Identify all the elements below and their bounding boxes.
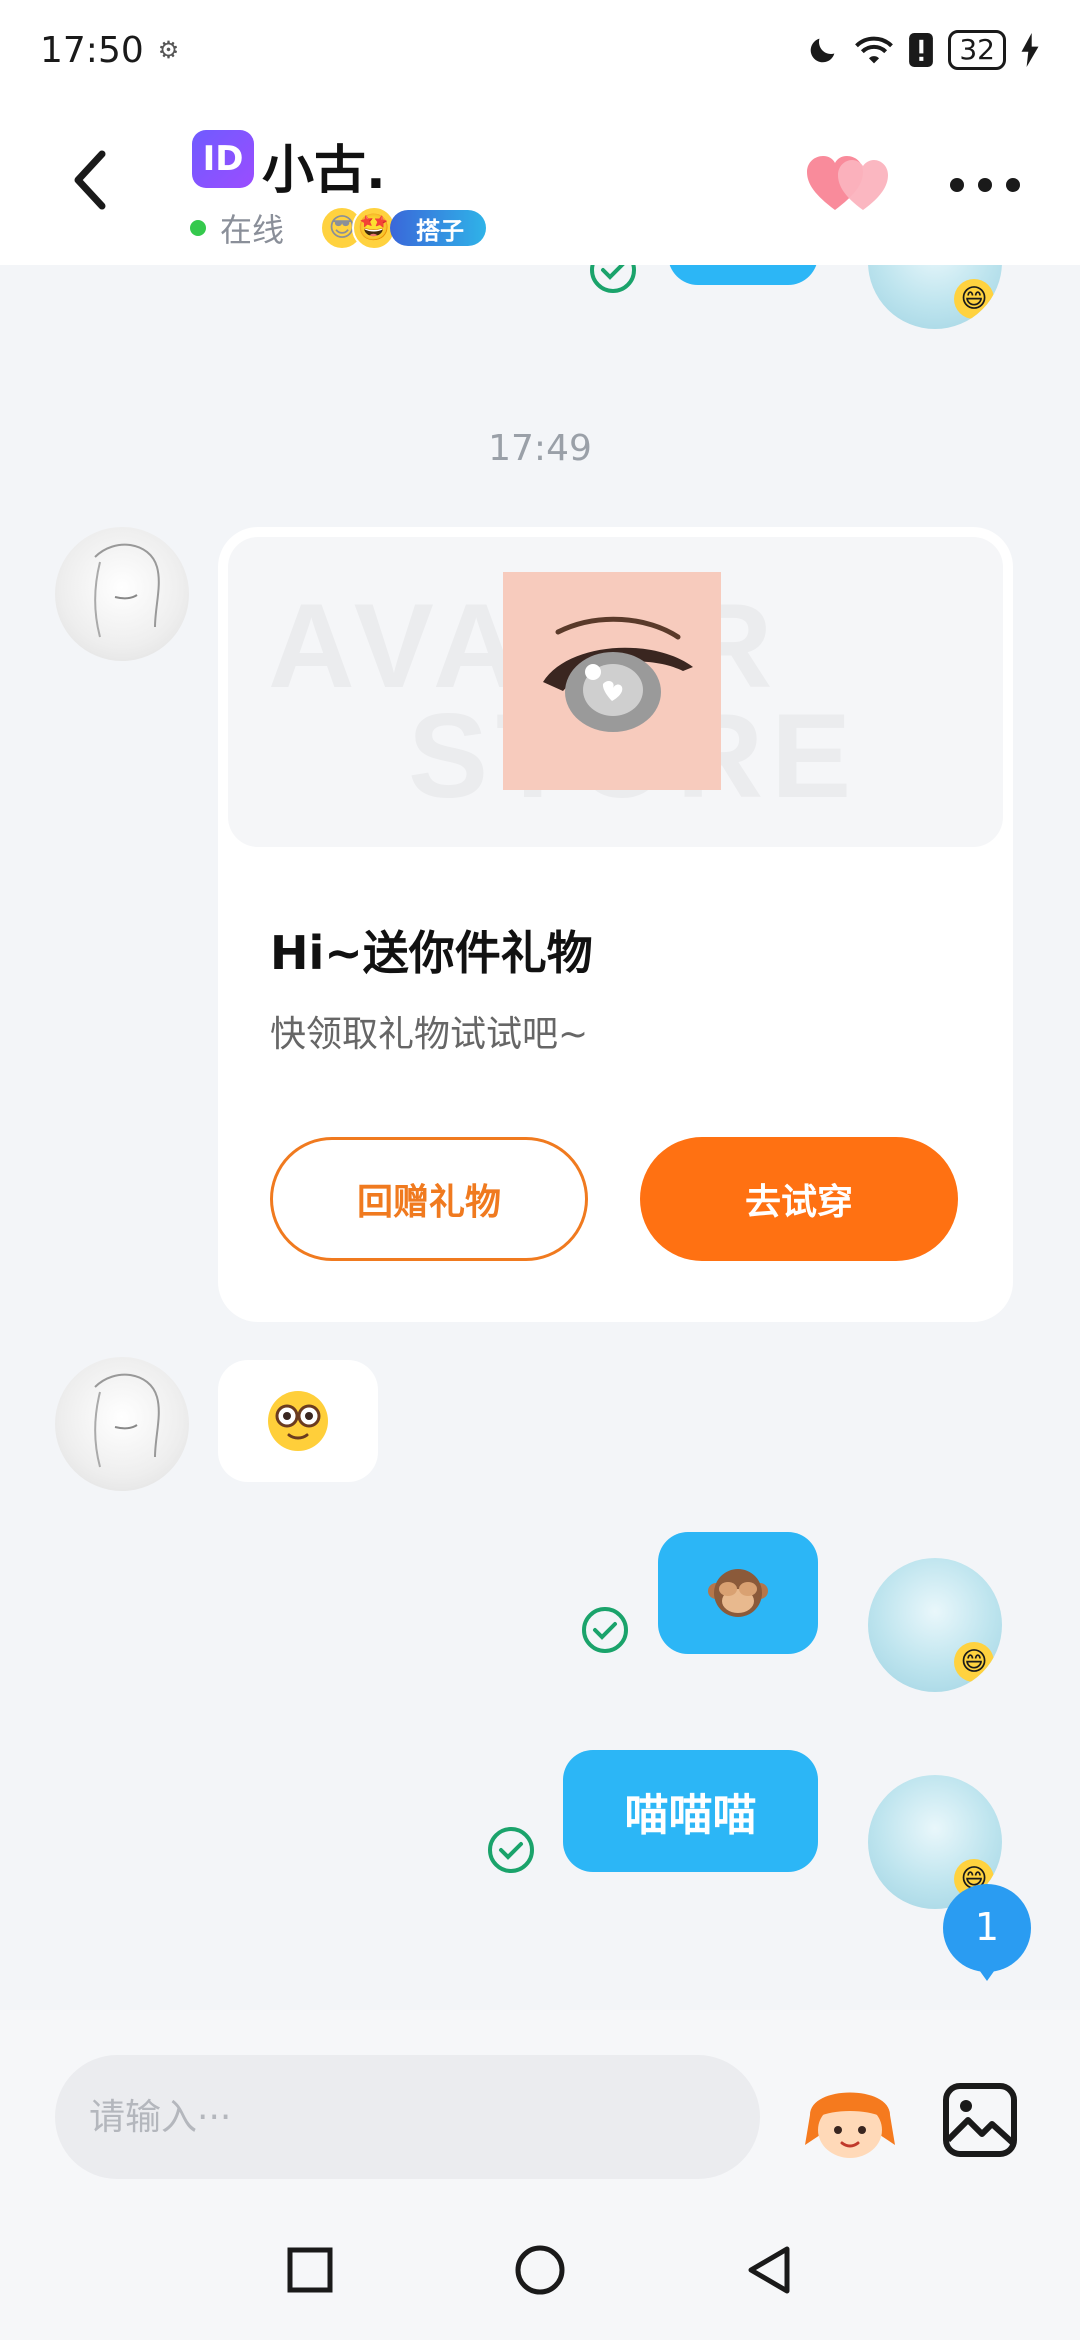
- double-heart-icon: [807, 156, 888, 210]
- mascot-face-icon: [805, 2092, 895, 2158]
- avatar-emoji-badge-icon: 😄: [954, 1642, 994, 1682]
- intimacy-button[interactable]: [805, 150, 895, 220]
- more-dot-icon: [978, 178, 992, 192]
- gift-card-subtitle: 快领取礼物试试吧~: [270, 1014, 589, 1055]
- recent-apps-square-icon[interactable]: [275, 2235, 345, 2305]
- chevron-left-icon: [74, 150, 106, 210]
- my-avatar[interactable]: 😄: [868, 265, 1002, 329]
- read-check-icon: [488, 1827, 534, 1873]
- contact-avatar[interactable]: [55, 1357, 189, 1491]
- online-status-text: 在线: [220, 211, 285, 249]
- gift-item-image[interactable]: [503, 572, 721, 790]
- sketch-girl-icon: [94, 1373, 160, 1468]
- my-avatar[interactable]: 😄: [868, 1558, 1002, 1692]
- wifi-icon: [855, 36, 894, 64]
- battery-indicator: 32: [948, 30, 1006, 70]
- back-button[interactable]: [60, 145, 120, 215]
- chat-message-list[interactable]: 😄 17:49 AVATAR STORE Hi~送你件礼物: [0, 265, 1080, 2010]
- message-input-bar: [0, 2010, 1080, 2200]
- message-input[interactable]: [55, 2055, 760, 2179]
- moon-icon: [811, 38, 835, 63]
- message-timestamp: 17:49: [488, 428, 592, 469]
- return-gift-button[interactable]: 回赠礼物: [270, 1137, 588, 1261]
- unread-messages-badge[interactable]: 1: [942, 1883, 1032, 1983]
- status-right: 32: [806, 30, 1040, 70]
- avatar-emoji-badge-icon: 😄: [954, 279, 994, 319]
- status-bar: 17:50 ⚙ 32: [0, 0, 1080, 100]
- id-badge: ID: [192, 130, 254, 188]
- more-dot-icon: [950, 178, 964, 192]
- partner-tag-label: 搭子: [390, 210, 487, 246]
- image-icon: [943, 2083, 1017, 2157]
- try-on-button[interactable]: 去试穿: [640, 1137, 958, 1261]
- read-check-icon: [590, 265, 636, 293]
- online-dot-icon: [190, 220, 206, 236]
- status-time: 17:50: [40, 29, 144, 71]
- gift-card[interactable]: AVATAR STORE Hi~送你件礼物 快领取礼物试试吧~ 回赠礼物 去试穿: [218, 527, 1013, 1322]
- read-check-icon: [582, 1607, 628, 1653]
- partner-tag[interactable]: 😎 🤩 搭子: [320, 206, 487, 250]
- gift-card-title: Hi~送你件礼物: [270, 926, 593, 980]
- nerd-face-emoji-icon: [268, 1391, 328, 1451]
- message-bubble-outgoing[interactable]: [658, 1532, 818, 1654]
- system-navigation-bar: [0, 2200, 1080, 2340]
- more-dot-icon: [1006, 178, 1020, 192]
- see-no-evil-monkey-emoji-icon: [708, 1569, 768, 1617]
- charging-icon: [1021, 33, 1039, 67]
- message-bubble-outgoing-text[interactable]: 喵喵喵: [563, 1750, 818, 1872]
- image-picker-button[interactable]: [940, 2080, 1020, 2160]
- online-status-row: 在线 😎 🤩 搭子: [190, 205, 487, 251]
- alert-icon: [909, 33, 934, 67]
- status-left: 17:50 ⚙: [40, 30, 179, 71]
- settings-gear-icon: ⚙: [157, 36, 180, 64]
- anime-eye-icon: [503, 572, 721, 790]
- contact-avatar[interactable]: [55, 527, 189, 661]
- message-bubble-outgoing[interactable]: [668, 265, 818, 285]
- unread-count: 1: [974, 1905, 1000, 1949]
- chat-header: ID 小古. 在线 😎 🤩 搭子: [0, 100, 1080, 265]
- sketch-girl-icon: [94, 543, 160, 638]
- back-triangle-icon[interactable]: [735, 2235, 805, 2305]
- contact-name[interactable]: 小古.: [262, 128, 386, 203]
- message-bubble-incoming[interactable]: [218, 1360, 378, 1482]
- sticker-mascot-button[interactable]: [800, 2075, 900, 2165]
- home-circle-icon[interactable]: [505, 2235, 575, 2305]
- more-options-button[interactable]: [950, 160, 1020, 210]
